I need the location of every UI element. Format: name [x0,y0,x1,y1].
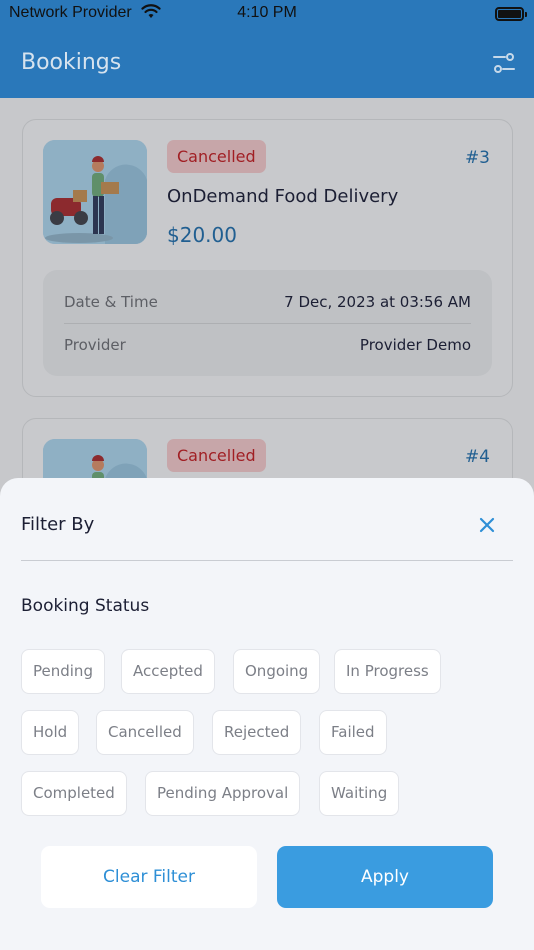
booking-details: Date & Time 7 Dec, 2023 at 03:56 AM Prov… [43,270,492,376]
status-chip-hold[interactable]: Hold [21,710,80,755]
status-chip-in-progress[interactable]: In Progress [334,649,441,694]
booking-price: $20.00 [167,223,237,247]
status-chip-completed[interactable]: Completed [21,771,127,816]
clear-filter-button[interactable]: Clear Filter [41,846,257,908]
apply-button[interactable]: Apply [277,846,493,908]
booking-card[interactable]: Cancelled #3 OnDemand Food Delivery $20.… [22,119,513,397]
close-icon[interactable] [476,514,498,536]
status-chip-pending[interactable]: Pending [21,649,105,694]
detail-value: Provider Demo [359,336,471,354]
status-chip-ongoing[interactable]: Ongoing [233,649,321,694]
detail-value: 7 Dec, 2023 at 03:56 AM [284,293,471,311]
status-chip-waiting[interactable]: Waiting [319,771,400,816]
detail-row-date: Date & Time 7 Dec, 2023 at 03:56 AM [64,281,471,323]
section-title: Booking Status [21,596,150,616]
detail-label: Date & Time [64,293,158,311]
page-title: Bookings [21,50,122,75]
sheet-title: Filter By [21,514,95,535]
status-bar: Network Provider 4:10 PM [0,0,534,28]
detail-label: Provider [64,336,126,354]
battery-icon [495,7,527,21]
service-image [43,140,147,244]
divider [21,560,513,561]
status-chip-failed[interactable]: Failed [319,710,387,755]
app-header: Bookings [0,28,534,98]
status-chip-rejected[interactable]: Rejected [212,710,302,755]
clock: 4:10 PM [237,4,297,21]
booking-id: #3 [464,148,490,168]
booking-id: #4 [464,447,490,467]
sliders-icon[interactable] [492,52,516,74]
filter-sheet: Filter By Booking Status Pending Accepte… [0,478,534,950]
detail-row-provider: Provider Provider Demo [64,324,471,366]
status-badge: Cancelled [167,140,266,173]
status-chip-pending-approval[interactable]: Pending Approval [145,771,301,816]
status-chip-cancelled[interactable]: Cancelled [96,710,194,755]
status-badge: Cancelled [167,439,266,472]
service-name: OnDemand Food Delivery [167,186,399,207]
status-chip-accepted[interactable]: Accepted [121,649,215,694]
